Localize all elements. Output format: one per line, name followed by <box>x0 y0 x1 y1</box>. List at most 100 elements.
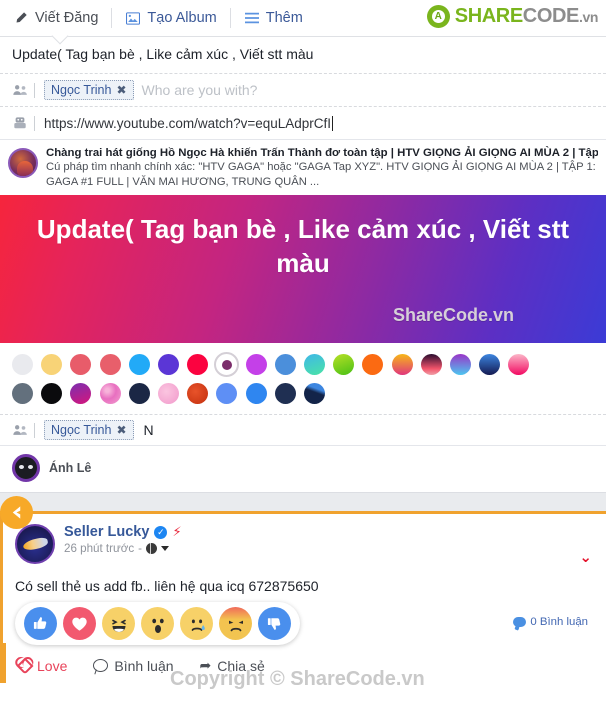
color-swatch-wrap <box>183 350 212 379</box>
color-swatch[interactable] <box>41 383 63 404</box>
color-swatch-wrap <box>154 350 183 379</box>
lower-tag-token[interactable]: Ngọc Trinh ✖ <box>44 420 134 440</box>
color-swatch-wrap <box>37 350 66 379</box>
color-swatch-selected[interactable] <box>214 352 240 377</box>
color-swatch[interactable] <box>274 354 296 375</box>
reaction-love-button[interactable] <box>63 607 96 640</box>
action-share-button[interactable]: ➦ Chia sẻ <box>200 657 265 674</box>
verified-badge-icon: ✓ <box>154 525 168 539</box>
composer-status-text[interactable]: Update( Tag bạn bè , Like cảm xúc , Viết… <box>0 37 606 73</box>
url-row-divider <box>34 115 35 131</box>
palette-row-1 <box>8 350 598 379</box>
color-swatch[interactable] <box>128 354 150 375</box>
color-swatch[interactable] <box>99 354 121 375</box>
avatar[interactable] <box>15 524 55 564</box>
tab-them[interactable]: Thêm <box>231 0 316 36</box>
banner-text: Update( Tag bạn bè , Like cảm xúc , Viết… <box>36 214 570 278</box>
url-input-value[interactable]: https://www.youtube.com/watch?v=equLAdpr… <box>44 116 333 131</box>
color-swatch[interactable] <box>479 354 501 375</box>
tag-friends-row[interactable]: Ngọc Trinh ✖ Who are you with? <box>0 73 606 106</box>
close-icon[interactable]: ✖ <box>116 423 126 437</box>
tag-token-ngoc-trinh[interactable]: Ngọc Trinh ✖ <box>44 80 134 100</box>
color-swatch-wrap <box>8 350 37 379</box>
color-swatch-wrap <box>66 379 95 408</box>
color-swatch[interactable] <box>128 383 150 404</box>
close-icon[interactable]: ✖ <box>116 83 126 97</box>
robot-icon <box>8 116 32 130</box>
chevron-down-icon[interactable] <box>161 546 170 551</box>
color-swatch-wrap <box>300 379 329 408</box>
comment-icon <box>93 659 109 672</box>
color-swatch[interactable] <box>508 354 530 375</box>
comment-count[interactable]: 0 Bình luận <box>513 616 588 628</box>
color-swatch-wrap <box>125 379 154 408</box>
color-swatch[interactable] <box>420 354 442 375</box>
tag-row-divider <box>34 82 35 98</box>
color-swatch-wrap <box>96 350 125 379</box>
reaction-haha-button[interactable] <box>102 607 135 640</box>
color-swatch[interactable] <box>245 383 267 404</box>
lower-tag-token-label: Ngọc Trinh <box>51 423 112 437</box>
logo-vn: .vn <box>578 9 598 25</box>
color-swatch[interactable] <box>362 354 384 375</box>
reaction-sad-button[interactable] <box>180 607 213 640</box>
post-time: 26 phút trước <box>64 542 135 555</box>
reaction-like-button[interactable] <box>24 607 57 640</box>
color-swatch[interactable] <box>99 383 121 404</box>
post-menu-chevron-down-icon[interactable]: ⌄ <box>579 548 592 566</box>
video-thumbnail <box>8 148 38 178</box>
post-meta: 26 phút trước - <box>64 542 182 555</box>
action-love-button[interactable]: Love <box>16 657 67 674</box>
photo-icon <box>125 10 141 26</box>
colored-status-banner[interactable]: Update( Tag bạn bè , Like cảm xúc , Viết… <box>0 195 606 343</box>
color-swatch[interactable] <box>41 354 63 375</box>
reaction-angry-button[interactable] <box>219 607 252 640</box>
share-icon: ➦ <box>199 657 212 673</box>
url-input-row[interactable]: https://www.youtube.com/watch?v=equLAdpr… <box>0 106 606 139</box>
color-swatch-wrap <box>417 350 446 379</box>
video-link-preview[interactable]: Chàng trai hát giống Hồ Ngọc Hà khiến Tr… <box>0 139 606 195</box>
color-swatch-wrap <box>212 379 241 408</box>
action-comment-button[interactable]: Bình luận <box>93 657 174 674</box>
color-swatch-wrap <box>271 379 300 408</box>
color-swatch[interactable] <box>12 354 34 375</box>
post-author[interactable]: Seller Lucky ✓ ⚡ <box>64 524 182 540</box>
palette-row-2 <box>8 379 598 408</box>
reaction-picker <box>15 602 300 645</box>
color-swatch[interactable] <box>70 383 92 404</box>
color-swatch[interactable] <box>187 354 209 375</box>
video-description: Cú pháp tìm nhanh chính xác: "HTV GAGA" … <box>46 161 596 188</box>
lower-tag-typed-text: N <box>143 422 154 438</box>
color-swatch[interactable] <box>449 354 471 375</box>
action-comment-label: Bình luận <box>114 657 174 674</box>
friends-icon <box>8 424 32 436</box>
color-swatch[interactable] <box>303 383 325 404</box>
color-swatch[interactable] <box>274 383 296 404</box>
tab-them-label: Thêm <box>265 10 303 26</box>
suggestion-name: Ánh Lê <box>49 461 92 475</box>
lower-tag-row[interactable]: Ngọc Trinh ✖ N <box>0 415 606 446</box>
color-swatch[interactable] <box>158 354 180 375</box>
tab-tao-album[interactable]: Tạo Album <box>112 0 229 36</box>
avatar <box>12 454 40 482</box>
post-author-name: Seller Lucky <box>64 524 150 540</box>
logo-code: CODE <box>522 5 580 27</box>
color-swatch[interactable] <box>391 354 413 375</box>
color-swatch-wrap <box>96 379 125 408</box>
color-swatch-wrap <box>242 350 271 379</box>
color-swatch[interactable] <box>12 383 34 404</box>
suggestion-list-item[interactable]: Ánh Lê <box>0 446 606 492</box>
post-meta-separator: - <box>138 542 143 555</box>
color-swatch[interactable] <box>245 354 267 375</box>
color-swatch[interactable] <box>216 383 238 404</box>
tab-tao-album-label: Tạo Album <box>147 10 217 26</box>
post-card: Seller Lucky ✓ ⚡ 26 phút trước - ⌄ Có se… <box>0 496 606 683</box>
color-swatch[interactable] <box>187 383 209 404</box>
color-swatch[interactable] <box>158 383 180 404</box>
color-swatch[interactable] <box>303 354 325 375</box>
color-swatch[interactable] <box>70 354 92 375</box>
reaction-wow-button[interactable] <box>141 607 174 640</box>
heart-outline-icon <box>16 657 34 674</box>
reaction-dislike-button[interactable] <box>258 607 291 640</box>
color-swatch[interactable] <box>333 354 355 375</box>
